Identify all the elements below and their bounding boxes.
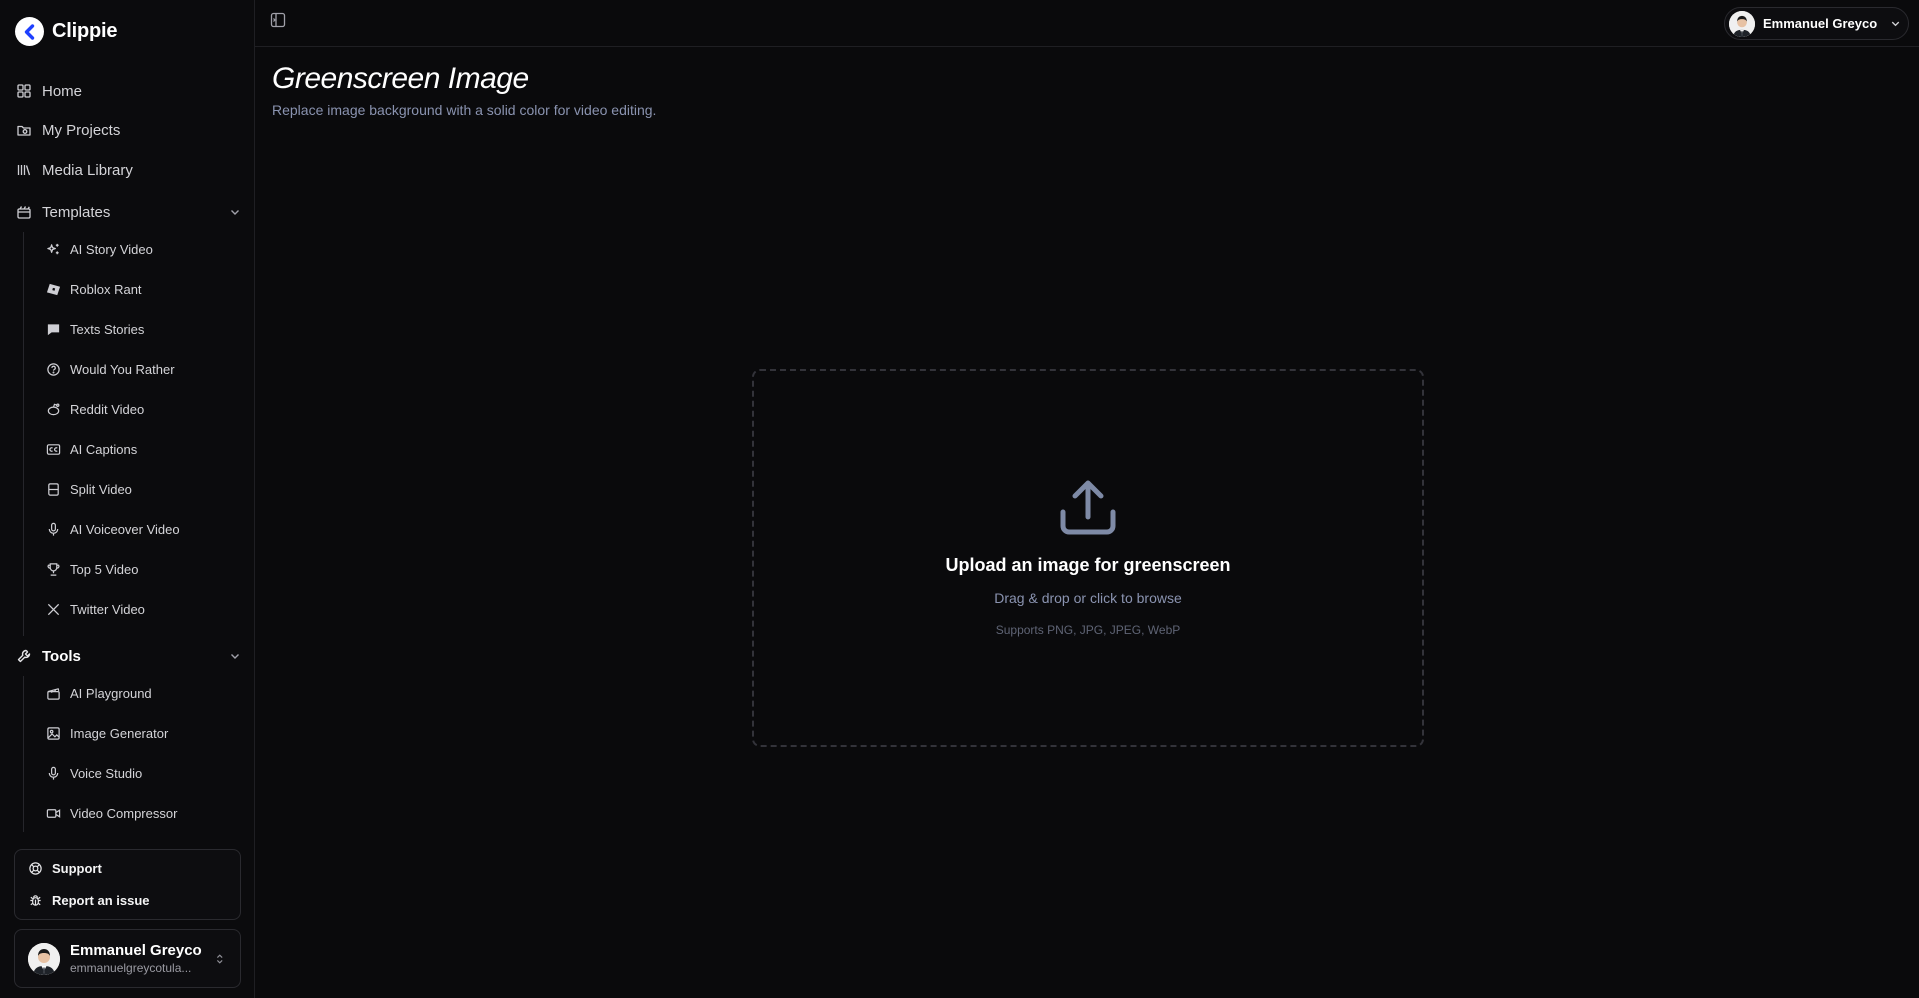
template-item-ai-story-video[interactable]: AI Story Video (46, 236, 246, 262)
mic-icon (48, 522, 59, 536)
nav-label: Home (42, 82, 83, 100)
chevron-down-icon (231, 654, 239, 659)
trophy-icon (47, 562, 60, 576)
tool-label: Voice Studio (70, 765, 143, 781)
tool-item-voice-studio[interactable]: Voice Studio (46, 760, 246, 786)
sidebar-toggle-icon[interactable] (270, 12, 286, 28)
clapper-icon (47, 687, 60, 700)
template-label: AI Story Video (70, 241, 153, 257)
template-label: Would You Rather (70, 361, 175, 377)
dropzone-hint: Drag & drop or click to browse (994, 590, 1182, 606)
nav-item-home[interactable]: Home (16, 77, 242, 105)
top-bar: Emmanuel Greyco (255, 0, 1919, 47)
templates-tree-line (23, 232, 24, 636)
tool-label: AI Playground (70, 685, 152, 701)
template-item-would-you-rather[interactable]: Would You Rather (46, 356, 246, 382)
library-icon (17, 165, 31, 176)
main-content: Emmanuel Greyco Greenscreen Image Replac… (255, 0, 1919, 998)
nav-label: My Projects (42, 121, 121, 139)
tools-tree-line (23, 676, 24, 832)
avatar (1729, 10, 1755, 37)
account-menu-button[interactable]: Emmanuel Greyco emmanuelgreycotula... (14, 929, 241, 988)
tool-item-image-generator[interactable]: Image Generator (46, 720, 246, 746)
tool-item-ai-playground[interactable]: AI Playground (46, 680, 246, 706)
brand[interactable]: Clippie (15, 17, 117, 46)
chevron-down-icon (231, 210, 239, 215)
split-icon (48, 482, 59, 496)
template-label: AI Voiceover Video (70, 521, 180, 537)
template-item-twitter-video[interactable]: Twitter Video (46, 596, 246, 622)
upload-icon (1060, 480, 1116, 535)
header-account-name: Emmanuel Greyco (1763, 16, 1878, 31)
report-issue-label: Report an issue (52, 893, 150, 908)
template-label: AI Captions (70, 441, 138, 457)
lifebuoy-icon (29, 862, 42, 875)
sidebar: Clippie Home My Projects Media Library T… (0, 0, 255, 998)
grid-icon (17, 84, 31, 98)
templates-icon (17, 206, 31, 219)
support-label: Support (52, 861, 102, 876)
template-label: Split Video (70, 481, 132, 497)
nav-item-media-library[interactable]: Media Library (16, 156, 242, 184)
folder-icon (17, 125, 31, 136)
template-label: Roblox Rant (70, 281, 142, 297)
template-item-texts-stories[interactable]: Texts Stories (46, 316, 246, 342)
section-templates-toggle[interactable]: Templates (16, 198, 242, 226)
brand-name: Clippie (52, 20, 118, 42)
wrench-icon (17, 649, 31, 663)
account-email: emmanuelgreycotula... (70, 961, 192, 975)
tool-label: Video Compressor (70, 805, 178, 821)
captions-icon (46, 443, 61, 455)
dropzone-formats: Supports PNG, JPG, JPEG, WebP (995, 623, 1181, 637)
template-label: Top 5 Video (70, 561, 139, 577)
template-label: Twitter Video (70, 601, 145, 617)
video-icon (46, 808, 61, 818)
question-icon (47, 362, 60, 376)
template-item-split-video[interactable]: Split Video (46, 476, 246, 502)
template-item-ai-captions[interactable]: AI Captions (46, 436, 246, 462)
sparkles-icon (47, 243, 59, 254)
image-icon (47, 726, 60, 740)
app-root: Clippie Home My Projects Media Library T… (0, 0, 1919, 998)
clippie-logo-icon (15, 17, 44, 46)
report-issue-link[interactable]: Report an issue (28, 893, 150, 908)
x-logo-icon (47, 603, 60, 615)
reddit-icon (47, 403, 60, 415)
tool-item-video-compressor[interactable]: Video Compressor (46, 800, 246, 826)
bug-icon (30, 895, 41, 906)
section-label: Tools (42, 647, 81, 665)
template-item-ai-voiceover-video[interactable]: AI Voiceover Video (46, 516, 246, 542)
account-info: Emmanuel Greyco emmanuelgreycotula... (70, 942, 204, 975)
section-label: Templates (42, 203, 111, 221)
header-account-button[interactable]: Emmanuel Greyco (1724, 7, 1909, 40)
chevron-down-icon (1891, 21, 1900, 27)
template-item-top-5-video[interactable]: Top 5 Video (46, 556, 246, 582)
mic-icon (48, 766, 59, 780)
message-icon (47, 323, 60, 335)
template-label: Texts Stories (70, 321, 145, 337)
page-title: Greenscreen Image (272, 62, 529, 95)
template-item-reddit-video[interactable]: Reddit Video (46, 396, 246, 422)
roblox-icon (46, 283, 61, 295)
support-link[interactable]: Support (28, 861, 102, 876)
section-tools-toggle[interactable]: Tools (16, 642, 242, 670)
avatar (28, 942, 60, 975)
nav-item-my-projects[interactable]: My Projects (16, 116, 242, 144)
template-item-roblox-rant[interactable]: Roblox Rant (46, 276, 246, 302)
page-subtitle: Replace image background with a solid co… (272, 102, 657, 118)
tool-label: Image Generator (70, 725, 169, 741)
chevrons-up-down-icon (217, 953, 224, 964)
support-panel: Support Report an issue (14, 849, 241, 920)
image-upload-dropzone[interactable]: Upload an image for greenscreen Drag & d… (752, 369, 1424, 747)
account-name: Emmanuel Greyco (70, 942, 202, 959)
nav-label: Media Library (42, 161, 133, 179)
template-label: Reddit Video (70, 401, 145, 417)
dropzone-title: Upload an image for greenscreen (945, 555, 1231, 575)
